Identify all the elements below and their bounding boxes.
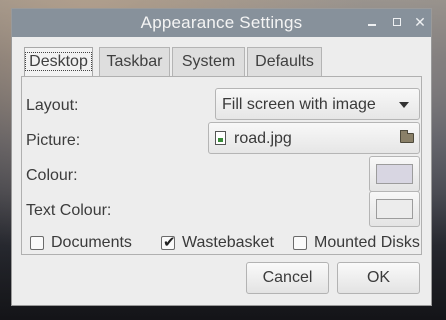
text-colour-button[interactable] — [369, 191, 420, 227]
colour-swatch — [376, 164, 413, 184]
maximize-icon[interactable] — [389, 13, 405, 31]
layout-dropdown[interactable]: Fill screen with image — [215, 88, 420, 120]
layout-value: Fill screen with image — [222, 96, 376, 113]
tab-taskbar[interactable]: Taskbar — [99, 47, 170, 77]
documents-checkbox-label: Documents — [51, 234, 132, 251]
title-bar[interactable]: Appearance Settings ✕ — [12, 9, 431, 37]
appearance-settings-dialog: Appearance Settings ✕ Desktop Taskbar Sy… — [11, 8, 432, 306]
cancel-button[interactable]: Cancel — [246, 262, 329, 294]
checkbox-box: ✔ — [161, 234, 176, 251]
desktop-tab-panel: Layout: Fill screen with image Picture: … — [21, 76, 422, 255]
wastebasket-checkbox-label: Wastebasket — [182, 234, 274, 251]
tab-system[interactable]: System — [172, 47, 245, 77]
text-colour-swatch — [376, 199, 413, 219]
colour-label: Colour: — [26, 167, 78, 184]
close-icon[interactable]: ✕ — [412, 13, 428, 31]
colour-button[interactable] — [369, 156, 420, 192]
ok-button[interactable]: OK — [337, 262, 420, 294]
folder-icon — [400, 130, 414, 143]
checkbox-box — [30, 236, 44, 250]
picture-value: road.jpg — [234, 130, 292, 147]
layout-label: Layout: — [26, 97, 79, 114]
image-file-icon — [215, 131, 226, 145]
text-colour-label: Text Colour: — [26, 202, 112, 219]
chevron-down-icon — [399, 102, 409, 108]
minimize-icon[interactable] — [364, 13, 380, 31]
picture-file-chooser[interactable]: road.jpg — [208, 122, 420, 154]
mounted-disks-checkbox-label: Mounted Disks — [314, 234, 420, 251]
check-mark-icon: ✔ — [163, 234, 176, 251]
checkbox-box — [293, 236, 307, 250]
tab-defaults[interactable]: Defaults — [247, 47, 322, 77]
picture-label: Picture: — [26, 132, 81, 149]
tab-desktop[interactable]: Desktop — [24, 47, 93, 78]
